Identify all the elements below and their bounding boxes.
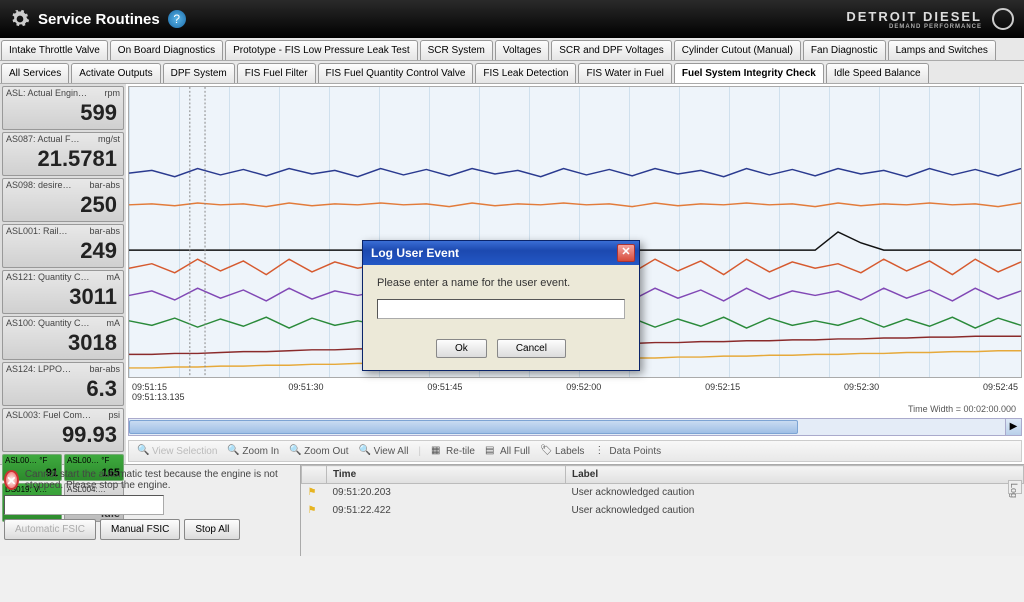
chart-scrollbar[interactable]: ▶ <box>128 418 1022 436</box>
meter[interactable]: AS124: LPPO…bar-abs6.3 <box>2 362 124 406</box>
app-titlebar: Service Routines ? DETROIT DIESEL DEMAND… <box>0 0 1024 38</box>
col-time[interactable]: Time <box>326 466 565 484</box>
tab-row-2: All ServicesActivate OutputsDPF SystemFI… <box>0 61 1024 84</box>
event-name-input[interactable] <box>377 299 625 319</box>
manual-fsic-button[interactable]: Manual FSIC <box>100 519 180 540</box>
zoom-out-button[interactable]: 🔍Zoom Out <box>289 445 348 457</box>
tab-intake-throttle-valve[interactable]: Intake Throttle Valve <box>1 40 108 60</box>
page-title: Service Routines <box>38 11 160 28</box>
error-icon <box>4 470 19 490</box>
tab-fan-diagnostic[interactable]: Fan Diagnostic <box>803 40 886 60</box>
view-selection-button: 🔍View Selection <box>137 445 217 457</box>
meter[interactable]: AS098: desire…bar-abs250 <box>2 178 124 222</box>
tab-fis-fuel-filter[interactable]: FIS Fuel Filter <box>237 63 316 83</box>
meter[interactable]: AS121: Quantity C…mA3011 <box>2 270 124 314</box>
meter[interactable]: AS100: Quantity C…mA3018 <box>2 316 124 360</box>
view-all-button[interactable]: 🔍View All <box>359 445 409 457</box>
gear-icon <box>10 9 30 29</box>
meter[interactable]: ASL003: Fuel Com…psi99.93 <box>2 408 124 452</box>
tab-cylinder-cutout-manual-[interactable]: Cylinder Cutout (Manual) <box>674 40 801 60</box>
tab-idle-speed-balance[interactable]: Idle Speed Balance <box>826 63 929 83</box>
command-input[interactable] <box>4 495 164 515</box>
dialog-titlebar[interactable]: Log User Event ✕ <box>363 241 639 265</box>
tab-all-services[interactable]: All Services <box>1 63 69 83</box>
table-row[interactable]: ⚑09:51:22.422User acknowledged caution <box>302 502 1024 520</box>
brand-logo-icon <box>992 8 1014 30</box>
cancel-button[interactable]: Cancel <box>497 339 566 358</box>
log-user-event-dialog: Log User Event ✕ Please enter a name for… <box>362 240 640 371</box>
tab-activate-outputs[interactable]: Activate Outputs <box>71 63 160 83</box>
chart-toolbar: 🔍View Selection 🔍Zoom In 🔍Zoom Out 🔍View… <box>128 440 1022 462</box>
event-log-table: Time Label ⚑09:51:20.203User acknowledge… <box>301 465 1024 520</box>
flag-icon: ⚑ <box>308 505 317 516</box>
close-icon[interactable]: ✕ <box>617 244 635 262</box>
tab-scr-and-dpf-voltages[interactable]: SCR and DPF Voltages <box>551 40 672 60</box>
meter-column: ASL: Actual Engin…rpm599AS087: Actual F…… <box>0 84 126 464</box>
retile-button[interactable]: ▦Re-tile <box>431 445 475 457</box>
time-axis: 09:51:1509:51:13.13509:51:3009:51:4509:5… <box>126 380 1024 404</box>
tab-fis-leak-detection[interactable]: FIS Leak Detection <box>475 63 576 83</box>
meter[interactable]: AS087: Actual F…mg/st21.5781 <box>2 132 124 176</box>
tab-row-1: Intake Throttle ValveOn Board Diagnostic… <box>0 38 1024 61</box>
tab-prototype-fis-low-pressure-leak-test[interactable]: Prototype - FIS Low Pressure Leak Test <box>225 40 418 60</box>
data-points-button[interactable]: ⋮Data Points <box>594 445 661 457</box>
tab-scr-system[interactable]: SCR System <box>420 40 493 60</box>
brand-name: DETROIT DIESEL DEMAND PERFORMANCE <box>846 9 982 30</box>
log-sidetab[interactable]: Log <box>1008 480 1022 494</box>
automatic-fsic-button: Automatic FSIC <box>4 519 96 540</box>
tab-on-board-diagnostics[interactable]: On Board Diagnostics <box>110 40 223 60</box>
tab-fis-water-in-fuel[interactable]: FIS Water in Fuel <box>578 63 671 83</box>
meter[interactable]: ASL: Actual Engin…rpm599 <box>2 86 124 130</box>
dialog-prompt: Please enter a name for the user event. <box>377 277 625 289</box>
tab-fuel-system-integrity-check[interactable]: Fuel System Integrity Check <box>674 63 824 83</box>
tab-lamps-and-switches[interactable]: Lamps and Switches <box>888 40 996 60</box>
col-label[interactable]: Label <box>566 466 1024 484</box>
stop-all-button[interactable]: Stop All <box>184 519 240 540</box>
tab-voltages[interactable]: Voltages <box>495 40 549 60</box>
meter[interactable]: ASL001: Rail…bar-abs249 <box>2 224 124 268</box>
ok-button[interactable]: Ok <box>436 339 487 358</box>
table-row[interactable]: ⚑09:51:20.203User acknowledged caution <box>302 484 1024 502</box>
all-full-button[interactable]: ▤All Full <box>485 445 530 457</box>
time-width-label: Time Width = 00:02:00.000 <box>126 404 1024 416</box>
labels-button[interactable]: 🏷Labels <box>540 445 584 457</box>
warning-message: Cannot start the automatic test because … <box>4 469 296 491</box>
zoom-in-button[interactable]: 🔍Zoom In <box>227 445 279 457</box>
flag-icon: ⚑ <box>308 487 317 498</box>
tab-dpf-system[interactable]: DPF System <box>163 63 235 83</box>
help-icon[interactable]: ? <box>168 10 186 28</box>
tab-fis-fuel-quantity-control-valve[interactable]: FIS Fuel Quantity Control Valve <box>318 63 474 83</box>
